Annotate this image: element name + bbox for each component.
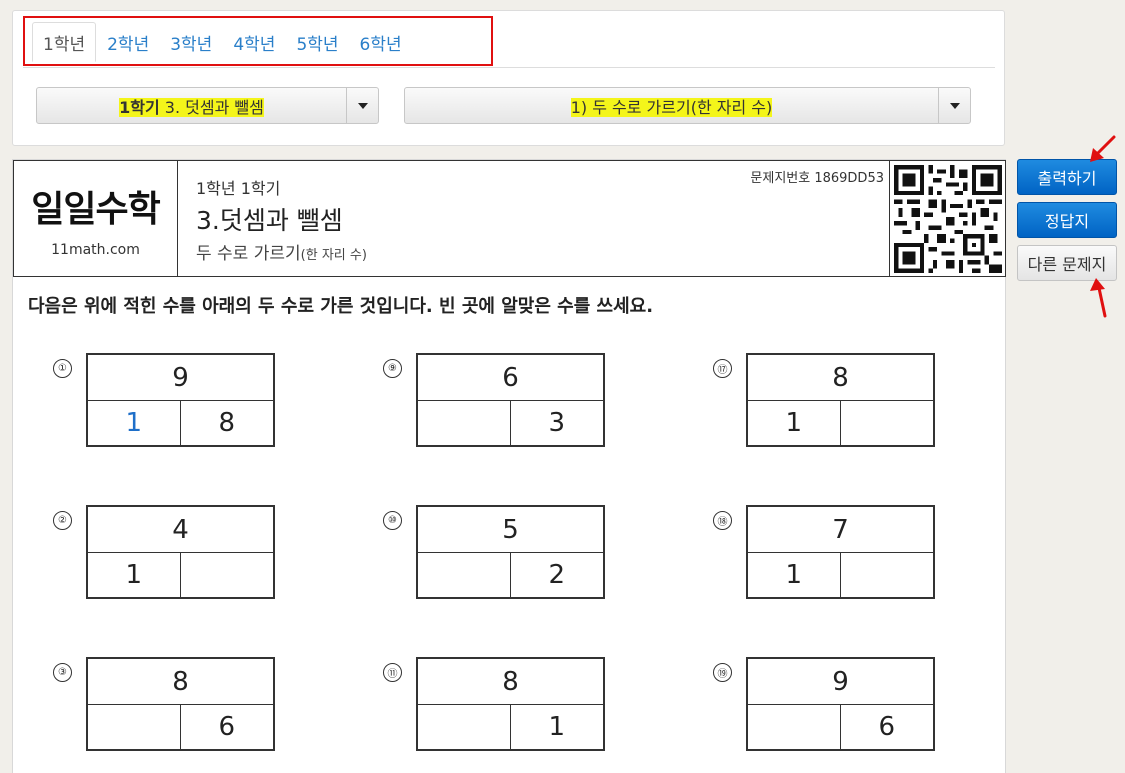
grade-tabs: 1학년 2학년 3학년 4학년 5학년 6학년 bbox=[23, 16, 493, 66]
problem-number: ② bbox=[53, 511, 72, 530]
unit-select[interactable]: 1학기 3. 덧셈과 뺄셈 bbox=[36, 87, 379, 124]
subtitle-main: 두 수로 가르기 bbox=[196, 244, 301, 264]
qr-code-icon bbox=[893, 164, 1002, 273]
whole-cell: 4 bbox=[88, 507, 273, 553]
right-part-cell[interactable]: 1 bbox=[511, 705, 604, 749]
left-part-cell[interactable]: 1 bbox=[88, 553, 181, 597]
whole-cell: 9 bbox=[748, 659, 933, 705]
grade-semester: 1학년 1학기 bbox=[196, 179, 281, 198]
qr-code bbox=[889, 161, 1005, 276]
right-part-cell[interactable] bbox=[181, 553, 274, 597]
tab-grade-1[interactable]: 1학년 bbox=[32, 22, 97, 62]
right-part-cell[interactable]: 8 bbox=[181, 401, 274, 445]
right-part-cell[interactable]: 3 bbox=[511, 401, 604, 445]
right-part-cell[interactable]: 2 bbox=[511, 553, 604, 597]
whole-cell: 5 bbox=[418, 507, 603, 553]
whole-cell: 8 bbox=[418, 659, 603, 705]
problem: ⑰ 8 1 bbox=[713, 353, 963, 448]
topic-select-label: 1) 두 수로 가르기(한 자리 수) bbox=[570, 97, 773, 117]
tab-grade-5[interactable]: 5학년 bbox=[286, 22, 348, 62]
chevron-down-icon bbox=[949, 102, 960, 109]
split-box: 8 1 bbox=[746, 353, 935, 447]
tab-grade-2[interactable]: 2학년 bbox=[97, 22, 159, 62]
problem: ② 4 1 bbox=[53, 505, 303, 600]
logo-text: 일일수학 bbox=[31, 188, 160, 230]
worksheet: 일일수학 11math.com 1학년 1학기 3.덧셈과 뺄셈 두 수로 가르… bbox=[12, 159, 1006, 773]
selection-panel: 1학년 2학년 3학년 4학년 5학년 6학년 1학기 3. 덧셈과 뺄셈 1)… bbox=[12, 10, 1005, 146]
problem-number: ⑰ bbox=[713, 359, 732, 378]
whole-cell: 8 bbox=[88, 659, 273, 705]
worksheet-header: 일일수학 11math.com 1학년 1학기 3.덧셈과 뺄셈 두 수로 가르… bbox=[13, 160, 1006, 277]
split-box: 8 1 bbox=[416, 657, 605, 751]
split-box: 6 3 bbox=[416, 353, 605, 447]
problem-number: ⑱ bbox=[713, 511, 732, 530]
problem-number: ⑨ bbox=[383, 359, 402, 378]
left-part-cell[interactable] bbox=[748, 705, 841, 749]
tab-grade-6[interactable]: 6학년 bbox=[350, 22, 412, 62]
right-part-cell[interactable]: 6 bbox=[181, 705, 274, 749]
split-box: 5 2 bbox=[416, 505, 605, 599]
instruction: 다음은 위에 적힌 수를 아래의 두 수로 가른 것입니다. 빈 곳에 알맞은 … bbox=[28, 296, 654, 317]
problem-number: ① bbox=[53, 359, 72, 378]
left-part-cell[interactable]: 1 bbox=[748, 553, 841, 597]
tabs-divider bbox=[23, 67, 995, 68]
unit-select-semester: 1학기 bbox=[119, 97, 160, 117]
annotation-arrow-icon bbox=[1090, 278, 1107, 318]
problem: ⑩ 5 2 bbox=[383, 505, 633, 600]
annotation-arrow-icon bbox=[1090, 135, 1116, 162]
left-part-cell[interactable]: 1 bbox=[748, 401, 841, 445]
whole-cell: 7 bbox=[748, 507, 933, 553]
whole-cell: 6 bbox=[418, 355, 603, 401]
problem: ⑪ 8 1 bbox=[383, 657, 633, 752]
problem-number: ⑪ bbox=[383, 663, 402, 682]
unit-select-value: 1학기 3. 덧셈과 뺄셈 bbox=[37, 94, 346, 118]
split-box: 9 1 8 bbox=[86, 353, 275, 447]
right-part-cell[interactable] bbox=[841, 553, 934, 597]
split-box: 8 6 bbox=[86, 657, 275, 751]
left-part-cell[interactable] bbox=[88, 705, 181, 749]
left-part-cell[interactable]: 1 bbox=[88, 401, 181, 445]
left-part-cell[interactable] bbox=[418, 401, 511, 445]
topic-select-dropdown[interactable] bbox=[938, 88, 970, 123]
tab-grade-3[interactable]: 3학년 bbox=[160, 22, 222, 62]
right-part-cell[interactable]: 6 bbox=[841, 705, 934, 749]
problem-number: ⑩ bbox=[383, 511, 402, 530]
right-part-cell[interactable] bbox=[841, 401, 934, 445]
answer-sheet-button[interactable]: 정답지 bbox=[1017, 202, 1117, 238]
split-box: 9 6 bbox=[746, 657, 935, 751]
sheet-code: 문제지번호 1869DD53 bbox=[750, 171, 884, 186]
whole-cell: 9 bbox=[88, 355, 273, 401]
problem: ⑨ 6 3 bbox=[383, 353, 633, 448]
topic-select-value: 1) 두 수로 가르기(한 자리 수) bbox=[405, 94, 938, 118]
problem-number: ⑲ bbox=[713, 663, 732, 682]
split-box: 7 1 bbox=[746, 505, 935, 599]
problem: ⑱ 7 1 bbox=[713, 505, 963, 600]
worksheet-subtitle: 두 수로 가르기(한 자리 수) bbox=[196, 239, 367, 264]
left-part-cell[interactable] bbox=[418, 705, 511, 749]
logo: 일일수학 11math.com bbox=[14, 161, 178, 276]
worksheet-info: 1학년 1학기 3.덧셈과 뺄셈 두 수로 가르기(한 자리 수) 문제지번호 … bbox=[178, 161, 889, 276]
left-part-cell[interactable] bbox=[418, 553, 511, 597]
split-box: 4 1 bbox=[86, 505, 275, 599]
subtitle-small: (한 자리 수) bbox=[300, 248, 367, 263]
unit-select-unit: 3. 덧셈과 뺄셈 bbox=[159, 97, 264, 117]
whole-cell: 8 bbox=[748, 355, 933, 401]
logo-url: 11math.com bbox=[51, 241, 140, 258]
tab-grade-4[interactable]: 4학년 bbox=[223, 22, 285, 62]
problem: ① 9 1 8 bbox=[53, 353, 303, 448]
problem: ⑲ 9 6 bbox=[713, 657, 963, 752]
unit-title: 3.덧셈과 뺄셈 bbox=[196, 206, 343, 235]
problem: ③ 8 6 bbox=[53, 657, 303, 752]
chevron-down-icon bbox=[357, 102, 368, 109]
unit-select-dropdown[interactable] bbox=[346, 88, 378, 123]
topic-select[interactable]: 1) 두 수로 가르기(한 자리 수) bbox=[404, 87, 971, 124]
problem-number: ③ bbox=[53, 663, 72, 682]
